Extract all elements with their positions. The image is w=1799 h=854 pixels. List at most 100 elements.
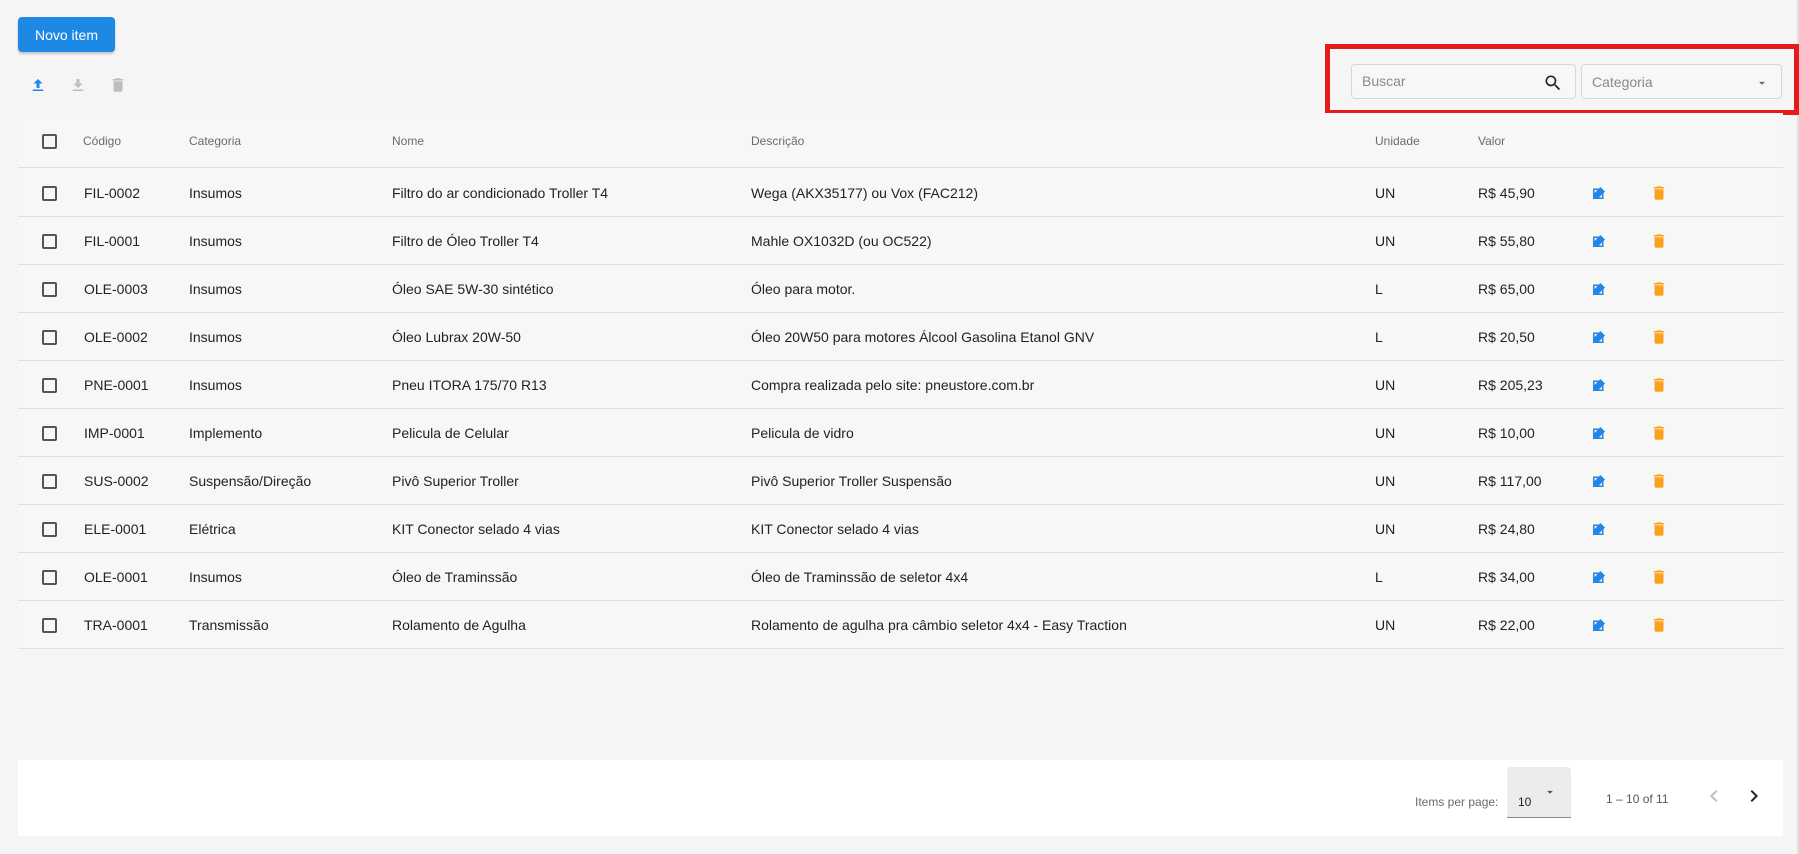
page-size-select[interactable]: 10 [1507, 767, 1571, 818]
edit-icon[interactable] [1590, 424, 1608, 442]
table-row[interactable]: SUS-0002 Suspensão/Direção Pivô Superior… [18, 457, 1783, 505]
cell-name: Óleo de Traminssão [392, 569, 518, 585]
header-code[interactable]: Código [83, 134, 121, 148]
header-name[interactable]: Nome [392, 134, 424, 148]
table-row[interactable]: OLE-0001 Insumos Óleo de Traminssão Óleo… [18, 553, 1783, 601]
cell-name: Filtro do ar condicionado Troller T4 [392, 185, 609, 201]
trash-icon[interactable] [109, 76, 127, 94]
table-row[interactable]: FIL-0002 Insumos Filtro do ar condiciona… [18, 169, 1783, 217]
cell-unit: L [1375, 281, 1383, 297]
trash-icon[interactable] [1650, 472, 1668, 490]
header-category[interactable]: Categoria [189, 134, 241, 148]
cell-description: Pivô Superior Troller Suspensão [751, 473, 952, 489]
trash-icon[interactable] [1650, 232, 1668, 250]
cell-category: Insumos [189, 281, 242, 297]
trash-icon[interactable] [1650, 616, 1668, 634]
cell-name: Óleo SAE 5W-30 sintético [392, 281, 554, 297]
edit-icon[interactable] [1590, 616, 1608, 634]
edit-icon[interactable] [1590, 520, 1608, 538]
cell-description: Pelicula de vidro [751, 425, 854, 441]
row-checkbox[interactable] [42, 522, 57, 537]
cell-unit: UN [1375, 617, 1396, 633]
table-row[interactable]: IMP-0001 Implemento Pelicula de Celular … [18, 409, 1783, 457]
cell-value: R$ 65,00 [1478, 281, 1535, 297]
category-select[interactable]: Categoria [1581, 64, 1782, 99]
row-checkbox[interactable] [42, 330, 57, 345]
cell-description: KIT Conector selado 4 vias [751, 521, 919, 537]
edit-icon[interactable] [1590, 184, 1608, 202]
table-row[interactable]: PNE-0001 Insumos Pneu ITORA 175/70 R13 C… [18, 361, 1783, 409]
chevron-left-icon[interactable] [1702, 784, 1726, 808]
search-field[interactable] [1351, 64, 1576, 99]
cell-description: Wega (AKX35177) ou Vox (FAC212) [751, 185, 978, 201]
table-row[interactable]: FIL-0001 Insumos Filtro de Óleo Troller … [18, 217, 1783, 265]
row-checkbox[interactable] [42, 618, 57, 633]
table-row[interactable]: TRA-0001 Transmissão Rolamento de Agulha… [18, 601, 1783, 649]
edit-icon[interactable] [1590, 328, 1608, 346]
items-per-page-label: Items per page: [1415, 795, 1499, 809]
cell-name: Pneu ITORA 175/70 R13 [392, 377, 547, 393]
trash-icon[interactable] [1650, 520, 1668, 538]
cell-name: Pelicula de Celular [392, 425, 509, 441]
cell-category: Insumos [189, 569, 242, 585]
trash-icon[interactable] [1650, 280, 1668, 298]
edit-icon[interactable] [1590, 472, 1608, 490]
cell-description: Óleo de Traminssão de seletor 4x4 [751, 569, 969, 585]
edit-icon[interactable] [1590, 280, 1608, 298]
row-checkbox[interactable] [42, 570, 57, 585]
select-all-checkbox[interactable] [42, 134, 57, 149]
edit-icon[interactable] [1590, 568, 1608, 586]
table-row[interactable]: OLE-0002 Insumos Óleo Lubrax 20W-50 Óleo… [18, 313, 1783, 361]
edit-icon[interactable] [1590, 232, 1608, 250]
cell-value: R$ 10,00 [1478, 425, 1535, 441]
cell-category: Transmissão [189, 617, 269, 633]
cell-description: Óleo 20W50 para motores Álcool Gasolina … [751, 329, 1095, 345]
edit-icon[interactable] [1590, 376, 1608, 394]
page-size-value: 10 [1518, 795, 1532, 809]
cell-value: R$ 34,00 [1478, 569, 1535, 585]
trash-icon[interactable] [1650, 424, 1668, 442]
items-table: Código Categoria Nome Descrição Unidade … [18, 113, 1783, 649]
upload-icon[interactable] [29, 76, 47, 94]
row-checkbox[interactable] [42, 282, 57, 297]
cell-value: R$ 20,50 [1478, 329, 1535, 345]
header-value[interactable]: Valor [1478, 134, 1505, 148]
trash-icon[interactable] [1650, 568, 1668, 586]
cell-code: OLE-0002 [84, 329, 148, 345]
chevron-down-icon [1547, 790, 1553, 794]
cell-unit: L [1375, 569, 1383, 585]
header-unit[interactable]: Unidade [1375, 134, 1420, 148]
cell-name: Rolamento de Agulha [392, 617, 526, 633]
download-icon[interactable] [69, 76, 87, 94]
cell-unit: UN [1375, 425, 1396, 441]
row-checkbox[interactable] [42, 234, 57, 249]
search-icon[interactable] [1543, 73, 1563, 93]
cell-unit: UN [1375, 185, 1396, 201]
trash-icon[interactable] [1650, 328, 1668, 346]
cell-value: R$ 45,90 [1478, 185, 1535, 201]
chevron-right-icon[interactable] [1742, 784, 1766, 808]
cell-name: KIT Conector selado 4 vias [392, 521, 560, 537]
trash-icon[interactable] [1650, 184, 1668, 202]
cell-category: Insumos [189, 185, 242, 201]
table-row[interactable]: OLE-0003 Insumos Óleo SAE 5W-30 sintétic… [18, 265, 1783, 313]
cell-category: Elétrica [189, 521, 236, 537]
header-description[interactable]: Descrição [751, 134, 804, 148]
cell-name: Óleo Lubrax 20W-50 [392, 329, 521, 345]
table-header: Código Categoria Nome Descrição Unidade … [18, 113, 1783, 168]
trash-icon[interactable] [1650, 376, 1668, 394]
row-checkbox[interactable] [42, 378, 57, 393]
cell-code: PNE-0001 [84, 377, 149, 393]
cell-category: Insumos [189, 233, 242, 249]
row-checkbox[interactable] [42, 186, 57, 201]
search-input[interactable] [1362, 73, 1542, 89]
cell-category: Insumos [189, 329, 242, 345]
cell-category: Implemento [189, 425, 263, 441]
cell-description: Compra realizada pelo site: pneustore.co… [751, 377, 1035, 393]
row-checkbox[interactable] [42, 474, 57, 489]
paginator: Items per page: 10 1 – 10 of 11 [18, 760, 1783, 836]
table-row[interactable]: ELE-0001 Elétrica KIT Conector selado 4 … [18, 505, 1783, 553]
row-checkbox[interactable] [42, 426, 57, 441]
cell-value: R$ 24,80 [1478, 521, 1535, 537]
new-item-button[interactable]: Novo item [18, 17, 115, 52]
